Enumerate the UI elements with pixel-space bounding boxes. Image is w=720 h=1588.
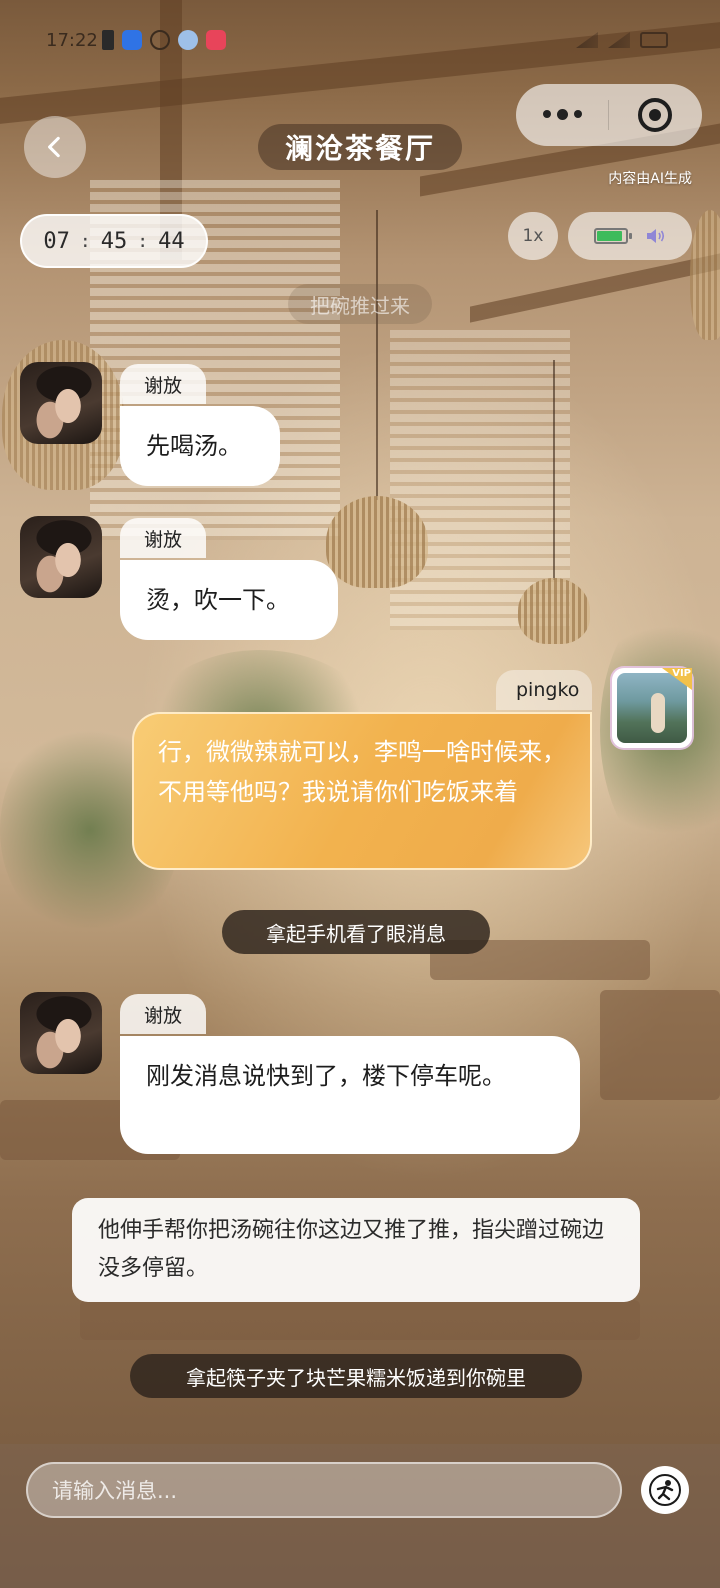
narration-pill: 拿起筷子夹了块芒果糯米饭递到你碗里: [130, 1354, 582, 1398]
narration-faint: 把碗推过来: [288, 284, 432, 324]
mini-program-capsule: [516, 84, 702, 146]
close-mini-program-button[interactable]: [609, 98, 701, 132]
notification-app-icon: [102, 30, 114, 50]
narration-pill: 拿起手机看了眼消息: [222, 910, 490, 954]
more-button[interactable]: [516, 108, 608, 120]
timer-hours: 07: [43, 228, 70, 254]
audio-controls[interactable]: [568, 212, 692, 260]
sender-name: 谢放: [120, 364, 207, 404]
quick-action-button[interactable]: [641, 1466, 689, 1514]
narration-box: 他伸手帮你把汤碗往你这边又推了推，指尖蹭过碗边没多停留。: [72, 1198, 640, 1302]
battery-icon: [594, 228, 632, 244]
system-icons: [576, 32, 668, 48]
message-bubble[interactable]: 烫，吹一下。: [120, 560, 338, 640]
character-avatar[interactable]: [20, 992, 102, 1074]
status-time: 17:22: [46, 30, 98, 51]
timer-seconds: 44: [158, 228, 185, 254]
signal-icon: [576, 32, 598, 48]
session-timer: 07 : 45 : 44: [20, 214, 208, 268]
timer-separator: :: [79, 230, 91, 252]
message-input[interactable]: 请输入消息...: [26, 1462, 622, 1518]
dot-icon: [573, 110, 582, 119]
dot-icon: [542, 110, 551, 119]
person-icon: [649, 1474, 681, 1506]
target-icon: [638, 98, 672, 132]
sender-name: 谢放: [120, 518, 207, 558]
message-bubble[interactable]: 刚发消息说快到了，楼下停车呢。: [120, 1036, 580, 1154]
playback-speed-button[interactable]: 1x: [508, 212, 558, 260]
notification-icons: [102, 30, 226, 50]
ai-generated-note: 内容由AI生成: [608, 171, 692, 187]
user-avatar[interactable]: VIP: [612, 668, 692, 748]
browser-icon: [122, 30, 142, 50]
wifi-icon: [608, 32, 630, 48]
sender-name: 谢放: [120, 994, 207, 1034]
battery-status-icon: [640, 32, 668, 48]
chevron-left-icon: [48, 136, 60, 158]
timer-minutes: 45: [100, 228, 128, 254]
timer-separator: :: [137, 230, 149, 252]
speaker-icon[interactable]: [646, 228, 666, 244]
dot-icon: [556, 108, 568, 120]
cloud-icon: [178, 30, 198, 50]
sender-name: pingko: [496, 670, 592, 710]
status-bar: 17:22: [0, 28, 720, 58]
page-title: 澜沧茶餐厅: [258, 124, 462, 170]
character-avatar[interactable]: [20, 362, 102, 444]
back-button[interactable]: [24, 116, 86, 178]
user-photo: [617, 673, 687, 743]
message-bubble[interactable]: 先喝汤。: [120, 406, 280, 486]
settings-icon: [150, 30, 170, 50]
chat-app-icon: [206, 30, 226, 50]
character-avatar[interactable]: [20, 516, 102, 598]
user-message-bubble[interactable]: 行，微微辣就可以，李鸣一啥时候来，不用等他吗？我说请你们吃饭来着: [132, 712, 592, 870]
